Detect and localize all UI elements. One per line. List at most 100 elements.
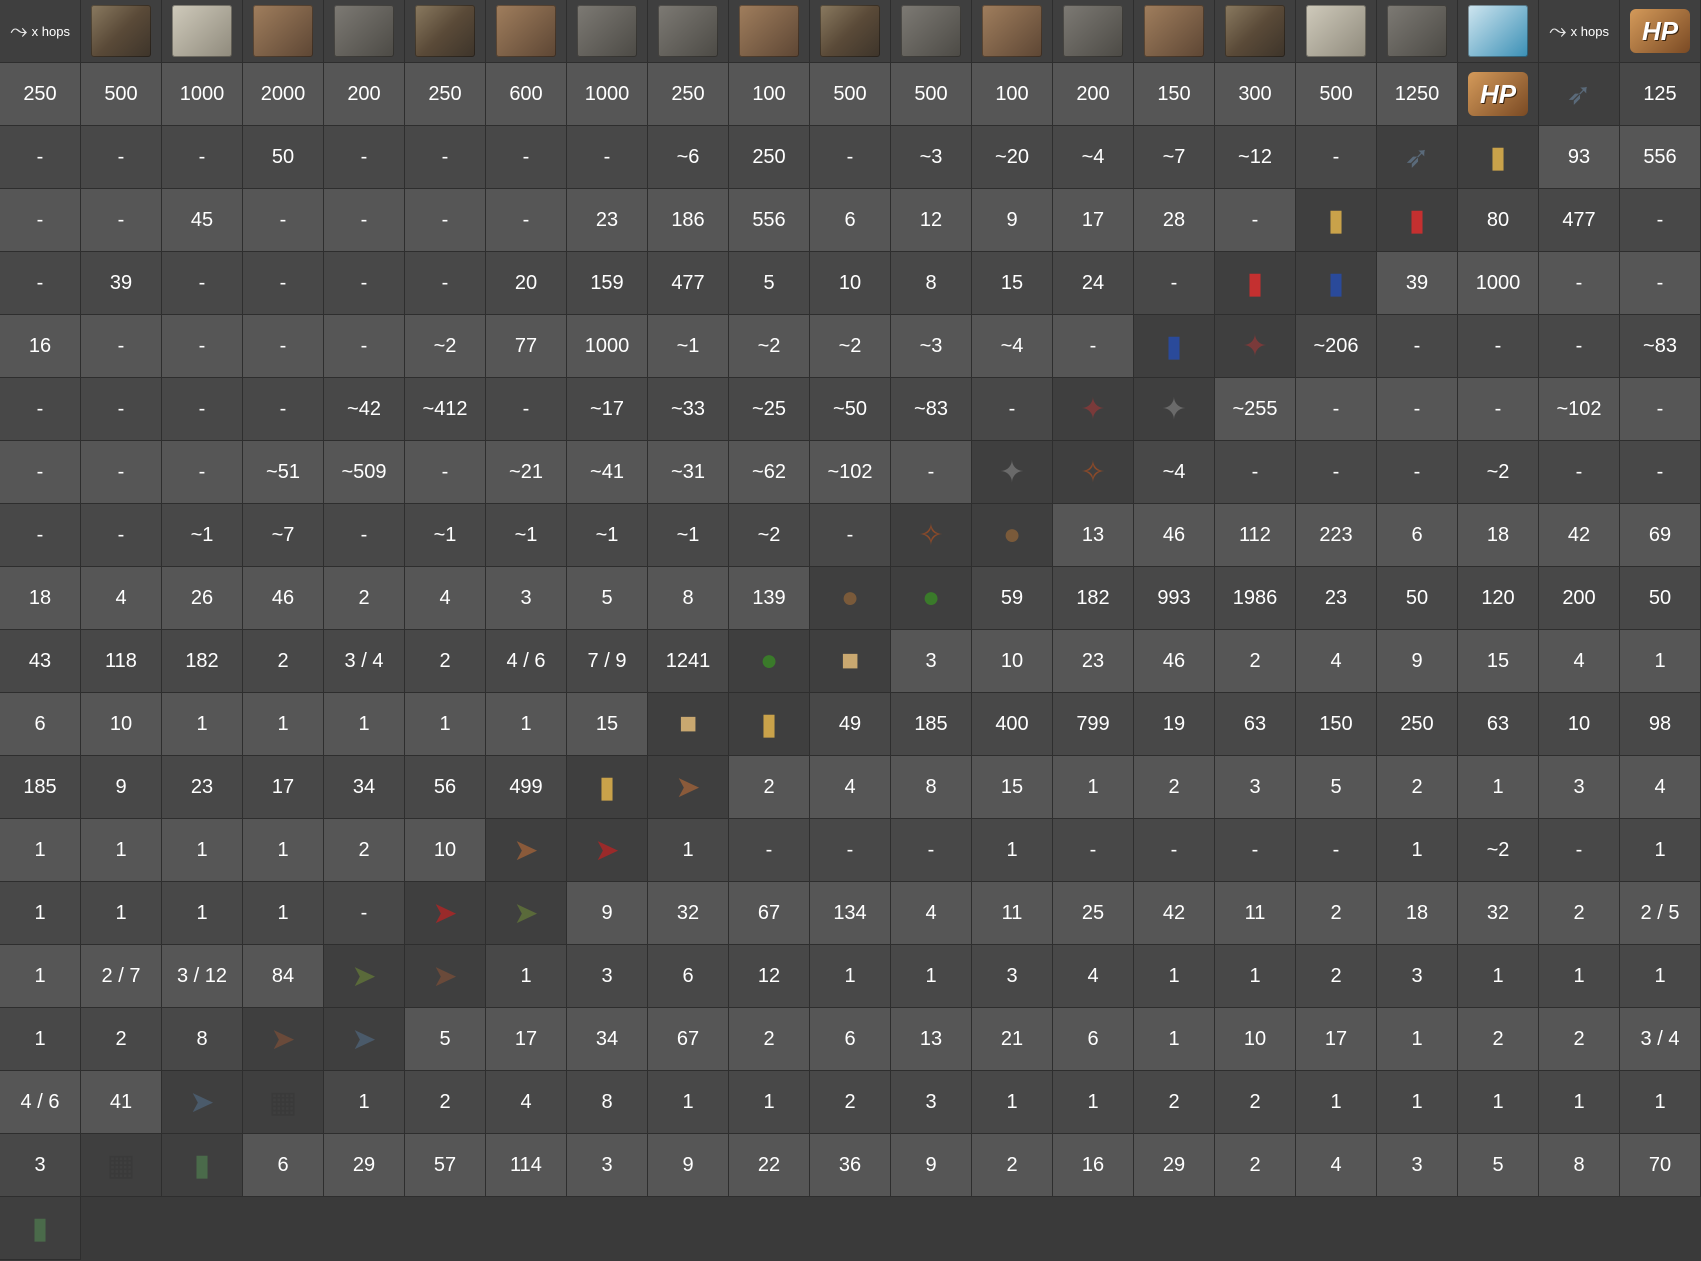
table-cell: 15	[972, 756, 1053, 819]
row-icon-right: ●	[810, 567, 891, 630]
header-column-8	[729, 0, 810, 63]
table-cell: -	[1458, 378, 1539, 441]
table-cell: 4	[486, 1071, 567, 1134]
row-icon-right: ➤	[162, 1071, 243, 1134]
table-cell: 6	[810, 1008, 891, 1071]
table-cell: -	[0, 252, 81, 315]
table-cell: ~2	[810, 315, 891, 378]
table-cell: -	[162, 252, 243, 315]
table-cell: -	[1620, 378, 1701, 441]
incendiary-rocket-icon: ➤	[432, 896, 458, 930]
table-cell: ~33	[648, 378, 729, 441]
military-flamethrower-icon: ✦	[999, 455, 1025, 489]
table-cell: ~1	[648, 315, 729, 378]
table-cell: 1	[324, 1071, 405, 1134]
military-flamethrower-icon: ✦	[1161, 392, 1187, 426]
shotgun-shell-icon: ▮	[1408, 203, 1426, 237]
table-cell: 1	[1458, 1071, 1539, 1134]
table-cell: ~51	[243, 441, 324, 504]
table-cell: 49	[810, 693, 891, 756]
table-cell: 4	[81, 567, 162, 630]
table-cell: -	[81, 378, 162, 441]
table-cell: 1	[1620, 819, 1701, 882]
row-icon-left: ▮	[162, 1134, 243, 1197]
table-cell: 18	[1458, 504, 1539, 567]
table-cell: 477	[1539, 189, 1620, 252]
table-cell: -	[1539, 252, 1620, 315]
beancan-grenade-icon: ●	[840, 581, 860, 614]
table-cell: 16	[1053, 1134, 1134, 1197]
table-cell: 4 / 6	[486, 630, 567, 693]
hp-value: 100	[972, 63, 1053, 126]
table-cell: ~1	[162, 504, 243, 567]
row-icon-left: ▦	[243, 1071, 324, 1134]
table-cell: -	[1377, 315, 1458, 378]
table-cell: -	[1539, 441, 1620, 504]
table-cell: 3	[0, 1134, 81, 1197]
table-cell: -	[243, 378, 324, 441]
table-cell: 112	[1215, 504, 1296, 567]
hp-label-left: HP	[1620, 0, 1701, 63]
header-column-13	[1134, 0, 1215, 63]
table-cell: ~3	[891, 126, 972, 189]
incendiary-ammo-icon: ▮	[1327, 203, 1345, 237]
table-cell: 4	[1539, 630, 1620, 693]
hp-value: 600	[486, 63, 567, 126]
table-cell: -	[162, 315, 243, 378]
table-cell: -	[486, 189, 567, 252]
table-cell: 63	[1215, 693, 1296, 756]
table-cell: 10	[1215, 1008, 1296, 1071]
table-cell: -	[1620, 252, 1701, 315]
table-cell: 2	[729, 1008, 810, 1071]
table-cell: 32	[1458, 882, 1539, 945]
table-cell: 24	[1053, 252, 1134, 315]
table-cell: 118	[81, 630, 162, 693]
table-cell: 1	[1377, 819, 1458, 882]
table-cell: 1	[486, 945, 567, 1008]
table-cell: 4	[1620, 756, 1701, 819]
research-table-icon	[1387, 5, 1447, 57]
table-cell: 3	[486, 567, 567, 630]
table-cell: 56	[405, 756, 486, 819]
table-cell: 1	[162, 819, 243, 882]
table-cell: 6	[0, 693, 81, 756]
row-icon-left: ●	[972, 504, 1053, 567]
hp-value: 500	[81, 63, 162, 126]
row-icon-right: ▦	[81, 1134, 162, 1197]
table-cell: 182	[1053, 567, 1134, 630]
table-cell: 1	[405, 693, 486, 756]
table-cell: ~1	[567, 504, 648, 567]
table-cell: ~6	[648, 126, 729, 189]
table-cell: ~62	[729, 441, 810, 504]
table-cell: 50	[1377, 567, 1458, 630]
table-cell: 3	[567, 1134, 648, 1197]
table-cell: 1	[1458, 945, 1539, 1008]
table-cell: 3 / 12	[162, 945, 243, 1008]
table-cell: 17	[1053, 189, 1134, 252]
table-cell: ~2	[1458, 819, 1539, 882]
header-column-6	[567, 0, 648, 63]
mortar-round-icon: ➤	[351, 1022, 377, 1056]
table-cell: 12	[729, 945, 810, 1008]
table-cell: 1	[0, 1008, 81, 1071]
table-cell: 9	[891, 1134, 972, 1197]
table-cell: -	[405, 126, 486, 189]
table-cell: 8	[1539, 1134, 1620, 1197]
table-cell: -	[324, 315, 405, 378]
table-cell: -	[567, 126, 648, 189]
hp-value: 500	[810, 63, 891, 126]
hops-text: x hops	[1570, 23, 1609, 39]
table-cell: 15	[567, 693, 648, 756]
table-cell: -	[810, 126, 891, 189]
table-cell: ~2	[729, 504, 810, 567]
table-cell: 1	[1539, 1071, 1620, 1134]
table-cell: -	[729, 819, 810, 882]
table-cell: -	[1296, 819, 1377, 882]
slug-shell-icon: ▮	[1165, 329, 1183, 363]
molotov-icon: ✧	[1080, 455, 1106, 489]
table-cell: -	[243, 315, 324, 378]
bed-icon	[1306, 5, 1366, 57]
hops-header-left: ⤳ x hops	[0, 0, 81, 63]
table-cell: -	[1215, 441, 1296, 504]
table-cell: 1	[0, 882, 81, 945]
